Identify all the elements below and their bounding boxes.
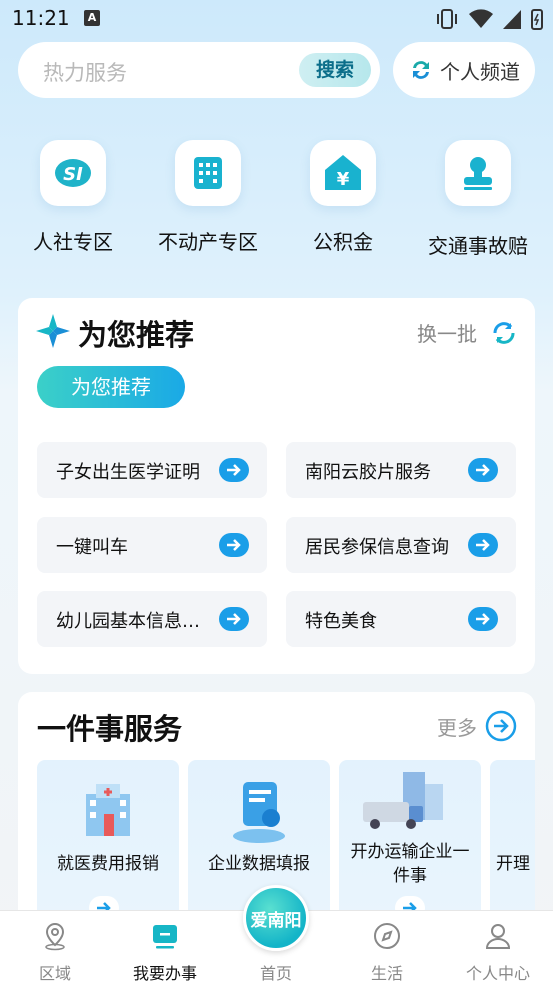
recommend-item[interactable]: 子女出生医学证明 — [37, 442, 267, 498]
search-bar[interactable]: 热力服务 搜索 — [18, 42, 380, 98]
service-tile-label: 开理 — [496, 854, 530, 874]
location-pin-icon — [45, 922, 65, 951]
refresh-label: 换一批 — [417, 322, 477, 346]
hospital-icon — [86, 784, 130, 836]
service-tile[interactable]: 开理 — [490, 760, 535, 932]
svg-text:¥: ¥ — [337, 169, 350, 190]
more-button[interactable]: 更多 — [437, 710, 517, 742]
svg-text:SI: SI — [63, 164, 83, 185]
quick-label: 公积金 — [313, 230, 373, 254]
nav-label: 个人中心 — [465, 964, 530, 983]
nav-affairs[interactable]: 我要办事 — [110, 911, 220, 983]
nav-label: 生活 — [370, 964, 403, 983]
quick-label: 不动产专区 — [158, 230, 258, 254]
notification-icon: A — [84, 10, 100, 26]
recommend-item-label: 子女出生医学证明 — [56, 462, 200, 483]
housing-fund-icon: ¥ — [310, 140, 376, 206]
service-tile-label: 企业数据填报 — [208, 854, 310, 874]
quick-label: 人社专区 — [33, 230, 113, 254]
arrow-circle-right-icon — [485, 710, 517, 742]
status-icons — [435, 8, 543, 30]
more-label: 更多 — [437, 715, 477, 740]
recommend-item[interactable]: 居民参保信息查询 — [286, 517, 516, 573]
recommend-item-label: 特色美食 — [305, 611, 377, 632]
quick-traffic-claim[interactable]: 交通事故赔 — [413, 140, 543, 259]
nav-label: 我要办事 — [132, 964, 197, 983]
refresh-button[interactable]: 换一批 — [417, 318, 517, 347]
recommend-item-label: 居民参保信息查询 — [305, 537, 449, 558]
recommend-item[interactable]: 特色美食 — [286, 591, 516, 647]
status-time: 11:21 — [12, 6, 70, 30]
tab-recommend[interactable]: 为您推荐 — [37, 366, 185, 408]
service-title: 一件事服务 — [37, 712, 183, 746]
arrow-right-icon — [468, 533, 498, 557]
battery-icon — [531, 9, 543, 30]
building-icon — [175, 140, 241, 206]
user-icon — [485, 924, 511, 949]
recommend-item-label: 一键叫车 — [56, 537, 128, 558]
recommend-item-label: 幼儿园基本信息查... — [56, 611, 216, 632]
social-security-icon: SI — [40, 140, 106, 206]
compass-icon — [374, 923, 400, 949]
switch-icon — [413, 61, 429, 79]
home-badge[interactable]: 爱南阳 — [243, 885, 309, 951]
nav-label: 区域 — [38, 964, 71, 983]
recommend-title: 为您推荐 — [78, 318, 195, 352]
nav-life[interactable]: 生活 — [332, 911, 442, 983]
nav-profile[interactable]: 个人中心 — [443, 911, 553, 983]
nav-label: 首页 — [259, 964, 292, 983]
service-tile[interactable]: 开办运输企业一件事 — [339, 760, 481, 932]
recommend-item-label: 南阳云胶片服务 — [305, 462, 431, 483]
quick-social-security[interactable]: SI 人社专区 — [8, 140, 138, 255]
arrow-right-icon — [219, 458, 249, 482]
recommend-item[interactable]: 幼儿园基本信息查... — [37, 591, 267, 647]
quick-housing-fund[interactable]: ¥ 公积金 — [278, 140, 408, 255]
personal-channel-button[interactable]: 个人频道 — [393, 42, 535, 98]
arrow-right-icon — [219, 533, 249, 557]
document-upload-icon — [233, 782, 285, 843]
quick-label: 交通事故赔 — [428, 234, 528, 258]
recommend-item[interactable]: 一键叫车 — [37, 517, 267, 573]
arrow-right-icon — [219, 607, 249, 631]
service-tile[interactable]: 就医费用报销 — [37, 760, 179, 932]
recommend-card: 为您推荐 换一批 为您推荐 子女出生医学证明 南阳云胶片服务 一键叫车 居民参保… — [18, 298, 535, 674]
recommend-logo-icon — [36, 314, 70, 348]
wifi-icon — [469, 9, 493, 28]
arrow-right-icon — [468, 458, 498, 482]
quick-real-estate[interactable]: 不动产专区 — [143, 140, 273, 255]
status-bar: 11:21 A — [0, 0, 553, 38]
search-button[interactable]: 搜索 — [299, 53, 371, 87]
search-input[interactable]: 热力服务 — [43, 57, 127, 87]
vibrate-icon — [437, 9, 457, 29]
refresh-icon — [493, 321, 515, 344]
nav-region[interactable]: 区域 — [0, 911, 110, 983]
recommend-item[interactable]: 南阳云胶片服务 — [286, 442, 516, 498]
signal-icon — [503, 10, 521, 29]
personal-channel-label: 个人频道 — [440, 59, 520, 84]
arrow-right-icon — [468, 607, 498, 631]
stamp-icon — [445, 140, 511, 206]
service-tile-label: 开办运输企业一件事 — [350, 842, 470, 886]
truck-building-icon — [363, 772, 443, 829]
monitor-icon — [153, 925, 177, 949]
service-tile-label: 就医费用报销 — [57, 854, 159, 874]
